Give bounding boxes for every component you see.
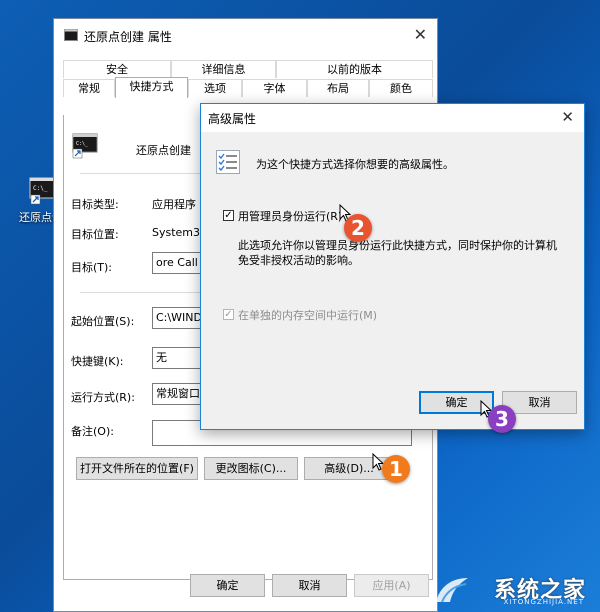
open-file-location-button[interactable]: 打开文件所在的位置(F) xyxy=(76,457,198,480)
tab-options[interactable]: 选项 xyxy=(188,79,242,97)
watermark-logo-icon xyxy=(432,574,472,609)
dialog-titlebar[interactable]: 高级属性 ✕ xyxy=(201,104,584,132)
change-icon-button[interactable]: 更改图标(C)... xyxy=(204,457,298,480)
hotkey-label: 快捷键(K): xyxy=(71,355,124,368)
tab-row-bottom: 常规 快捷方式 选项 字体 布局 颜色 xyxy=(63,77,433,98)
ok-button[interactable]: 确定 xyxy=(190,574,265,597)
console-title-icon xyxy=(64,29,78,44)
target-location-value: System32 xyxy=(152,226,208,239)
shortcut-name: 还原点创建 xyxy=(136,144,191,157)
tab-shortcut[interactable]: 快捷方式 xyxy=(115,77,188,98)
step-marker-3: 3 xyxy=(488,405,516,433)
tab-row-top: 安全 详细信息 以前的版本 xyxy=(63,60,433,78)
tab-layout[interactable]: 布局 xyxy=(307,79,369,97)
target-location-label: 目标位置: xyxy=(71,228,119,241)
window-titlebar[interactable]: 还原点创建 属性 ✕ xyxy=(54,19,437,51)
step-marker-2: 2 xyxy=(344,214,372,242)
run-label: 运行方式(R): xyxy=(71,391,135,404)
tab-font[interactable]: 字体 xyxy=(242,79,307,97)
tab-colors[interactable]: 颜色 xyxy=(369,79,433,97)
cancel-button[interactable]: 取消 xyxy=(272,574,347,597)
admin-note-line2: 免受非授权活动的影响。 xyxy=(238,254,359,267)
svg-text:C:\_: C:\_ xyxy=(76,141,89,147)
dialog-description: 为这个快捷方式选择你想要的高级属性。 xyxy=(256,158,454,171)
target-label: 目标(T): xyxy=(71,261,113,274)
target-type-label: 目标类型: xyxy=(71,198,119,211)
advanced-properties-dialog: 高级属性 ✕ 为这个快捷方式选择你想要的高级属性。 ✓ 用管理员身份运行(R) … xyxy=(200,103,585,430)
start-in-label: 起始位置(S): xyxy=(71,315,135,328)
dialog-title: 高级属性 xyxy=(208,112,257,126)
tab-security[interactable]: 安全 xyxy=(63,60,171,78)
tab-general[interactable]: 常规 xyxy=(63,79,115,97)
target-type-value: 应用程序 xyxy=(152,198,196,211)
close-icon[interactable]: ✕ xyxy=(561,108,574,126)
svg-text:C:\_: C:\_ xyxy=(33,185,48,192)
tab-details[interactable]: 详细信息 xyxy=(171,60,276,78)
watermark: 系统之家 XITONGZHIJIA.NET xyxy=(432,572,592,608)
admin-note-line1: 此选项允许你以管理员身份运行此快捷方式，同时保护你的计算机 xyxy=(238,239,557,252)
checklist-icon xyxy=(216,150,240,177)
shortcut-icon: C:\_ xyxy=(72,133,98,162)
separate-memory-checkbox[interactable]: ✓ xyxy=(223,309,234,320)
separate-memory-label: 在单独的内存空间中运行(M) xyxy=(238,309,378,322)
close-icon[interactable]: ✕ xyxy=(414,25,427,44)
run-as-admin-label[interactable]: 用管理员身份运行(R) xyxy=(238,208,342,224)
step-marker-1: 1 xyxy=(382,455,410,483)
apply-button[interactable]: 应用(A) xyxy=(354,574,429,597)
tab-previous-versions[interactable]: 以前的版本 xyxy=(276,60,433,78)
run-as-admin-checkbox[interactable]: ✓ xyxy=(223,210,234,221)
comment-label: 备注(O): xyxy=(71,425,114,438)
watermark-url: XITONGZHIJIA.NET xyxy=(503,598,584,606)
window-title: 还原点创建 属性 xyxy=(84,30,172,44)
